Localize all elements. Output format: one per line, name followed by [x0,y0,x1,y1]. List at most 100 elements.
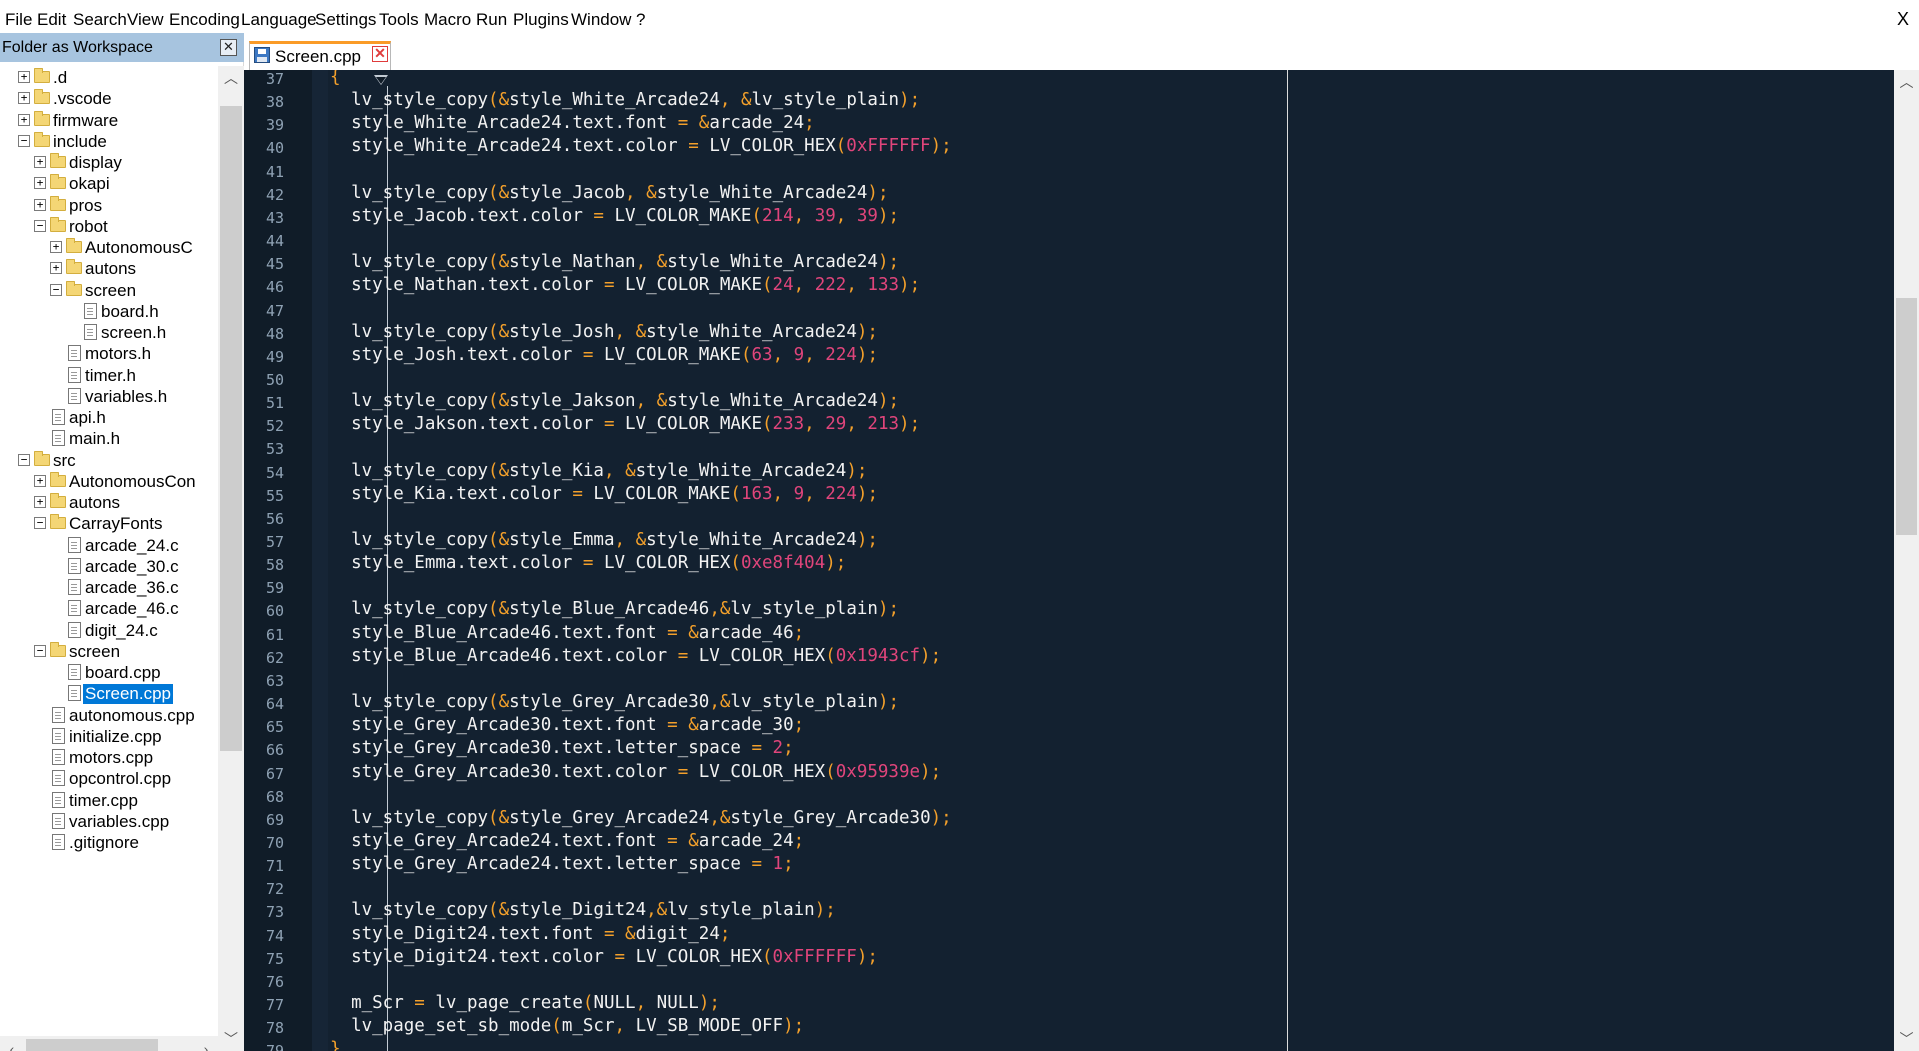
edge-column-line [1287,70,1288,1051]
code-line[interactable]: lv_style_copy(&style_Jacob, &style_White… [330,183,888,203]
menu-run[interactable]: Run [476,10,507,30]
code-line[interactable]: style_Grey_Arcade24.text.font = &arcade_… [330,831,804,851]
tab-screen-cpp[interactable]: Screen.cpp ✕ [249,41,391,70]
tree-item-label: AutonomousCon [69,471,196,491]
code-line[interactable]: lv_style_copy(&style_Kia, &style_White_A… [330,461,867,481]
collapse-icon[interactable]: − [34,517,46,530]
tree-item-label: api.h [69,408,106,427]
expand-icon[interactable]: + [18,113,30,126]
menu-plugins[interactable]: Plugins [513,10,569,30]
code-line[interactable]: style_Josh.text.color = LV_COLOR_MAKE(63… [330,345,878,365]
tree-item-label: motors.cpp [69,748,154,767]
code-line[interactable]: style_Blue_Arcade46.text.color = LV_COLO… [330,646,941,666]
line-number: 52 [265,417,284,436]
line-number: 51 [265,394,284,413]
code-line[interactable]: lv_style_copy(&style_Jakson, &style_Whit… [330,391,899,411]
menu-help[interactable]: ? [636,10,645,30]
save-icon [254,47,270,63]
collapse-icon[interactable]: − [18,453,30,466]
tree-item-label: AutonomousC [85,238,193,257]
file-icon [52,430,65,447]
menu-language[interactable]: Language [241,10,317,30]
menu-tools[interactable]: Tools [379,10,419,30]
window-close-button[interactable]: X [1897,9,1909,30]
tree-item-label: screen.h [101,323,167,342]
code-line[interactable]: style_Digit24.text.font = &digit_24; [330,924,730,944]
code-editor[interactable]: 37 38 39 40 41 42 43 44 45 46 47 48 49 50 51 52 53 54 55 56… [244,70,1894,1051]
tree-vertical-scrollbar[interactable]: ︿ ﹀ [218,66,244,1051]
menu-view[interactable]: View [127,10,164,30]
code-line[interactable]: style_Jakson.text.color = LV_COLOR_MAKE(… [330,414,920,434]
code-line[interactable]: style_Kia.text.color = LV_COLOR_MAKE(163… [330,484,878,504]
line-number: 73 [265,903,284,922]
scroll-thumb[interactable] [26,1039,158,1051]
line-number: 57 [265,533,284,551]
expand-icon[interactable]: + [34,496,46,508]
scroll-down-icon[interactable]: ﹀ [218,1027,244,1051]
collapse-icon[interactable]: − [50,283,62,296]
code-line[interactable]: style_White_Arcade24.text.color = LV_COL… [330,136,952,156]
tree-item-label: CarrayFonts [69,514,163,534]
menu-window[interactable]: Window [571,10,631,30]
scroll-right-icon[interactable]: › [194,1036,218,1051]
tree-item-label: robot [69,216,108,236]
scroll-thumb[interactable] [220,106,242,751]
menu-encoding[interactable]: Encoding [169,10,240,30]
code-line[interactable]: style_Grey_Arcade30.text.font = &arcade_… [330,715,804,735]
scroll-left-icon[interactable]: ‹ [0,1036,24,1051]
menu-macro[interactable]: Macro [424,10,471,30]
code-line[interactable]: lv_style_copy(&style_Grey_Arcade24,&styl… [330,808,952,828]
menu-search[interactable]: Search [73,10,127,30]
tree-item-label: .vscode [53,89,112,109]
code-line[interactable]: } [330,1039,341,1051]
code-line[interactable]: lv_page_set_sb_mode(m_Scr, LV_SB_MODE_OF… [330,1016,804,1036]
menu-settings[interactable]: Settings [315,10,376,30]
scroll-up-icon[interactable]: ︿ [218,66,244,90]
code-line[interactable]: lv_style_copy(&style_Blue_Arcade46,&lv_s… [330,599,899,619]
menu-edit[interactable]: Edit [37,10,66,30]
menu-file[interactable]: File [5,10,32,30]
code-line[interactable]: style_Grey_Arcade24.text.letter_space = … [330,854,794,874]
line-number: 59 [265,579,284,598]
file-icon [68,557,81,574]
code-line[interactable]: style_Jacob.text.color = LV_COLOR_MAKE(2… [330,206,899,226]
code-line[interactable]: lv_style_copy(&style_Nathan, &style_Whit… [330,252,899,272]
code-line[interactable]: lv_style_copy(&style_Digit24,&lv_style_p… [330,900,836,920]
expand-icon[interactable]: + [34,156,46,168]
expand-icon[interactable]: + [34,474,46,487]
code-line[interactable]: style_Grey_Arcade30.text.letter_space = … [330,738,794,758]
line-number: 47 [265,301,284,320]
collapse-icon[interactable]: − [34,644,46,657]
tree-horizontal-scrollbar[interactable]: ‹ › [0,1036,218,1051]
code-line[interactable]: style_Grey_Arcade30.text.color = LV_COLO… [330,762,941,782]
code-line[interactable]: lv_style_copy(&style_Grey_Arcade30,&lv_s… [330,692,899,712]
panel-close-icon[interactable]: ✕ [220,39,237,56]
expand-icon[interactable]: + [50,241,62,253]
expand-icon[interactable]: + [18,71,30,83]
code-line[interactable]: style_Digit24.text.color = LV_COLOR_HEX(… [330,947,878,967]
code-line[interactable]: style_White_Arcade24.text.font = &arcade… [330,113,815,133]
code-line[interactable]: lv_style_copy(&style_Josh, &style_White_… [330,322,878,342]
code-line[interactable]: lv_style_copy(&style_White_Arcade24, &lv… [330,90,920,110]
code-line[interactable]: style_Emma.text.color = LV_COLOR_HEX(0xe… [330,553,846,573]
expand-icon[interactable]: + [50,262,62,275]
fold-down-icon[interactable] [374,75,388,85]
scroll-up-icon[interactable]: ︿ [1894,70,1919,94]
expand-icon[interactable]: + [34,198,46,211]
code-line[interactable]: style_Nathan.text.color = LV_COLOR_MAKE(… [330,275,920,295]
collapse-icon[interactable]: − [34,219,46,232]
tree-file[interactable]: .gitignore [0,830,218,856]
expand-icon[interactable]: + [34,177,46,190]
code-line[interactable]: style_Blue_Arcade46.text.font = &arcade_… [330,623,804,643]
scroll-down-icon[interactable]: ﹀ [1894,1027,1919,1051]
expand-icon[interactable]: + [18,92,30,105]
code-line[interactable]: lv_style_copy(&style_Emma, &style_White_… [330,530,878,550]
collapse-icon[interactable]: − [18,134,30,147]
file-icon [68,685,81,702]
tab-close-icon[interactable]: ✕ [372,46,388,62]
code-line[interactable]: m_Scr = lv_page_create(NULL, NULL); [330,993,720,1013]
editor-vertical-scrollbar[interactable]: ︿ ﹀ [1894,70,1919,1051]
scroll-thumb[interactable] [1896,298,1917,535]
code-line[interactable]: { [330,70,341,87]
tree-item-label: autons [85,259,137,279]
